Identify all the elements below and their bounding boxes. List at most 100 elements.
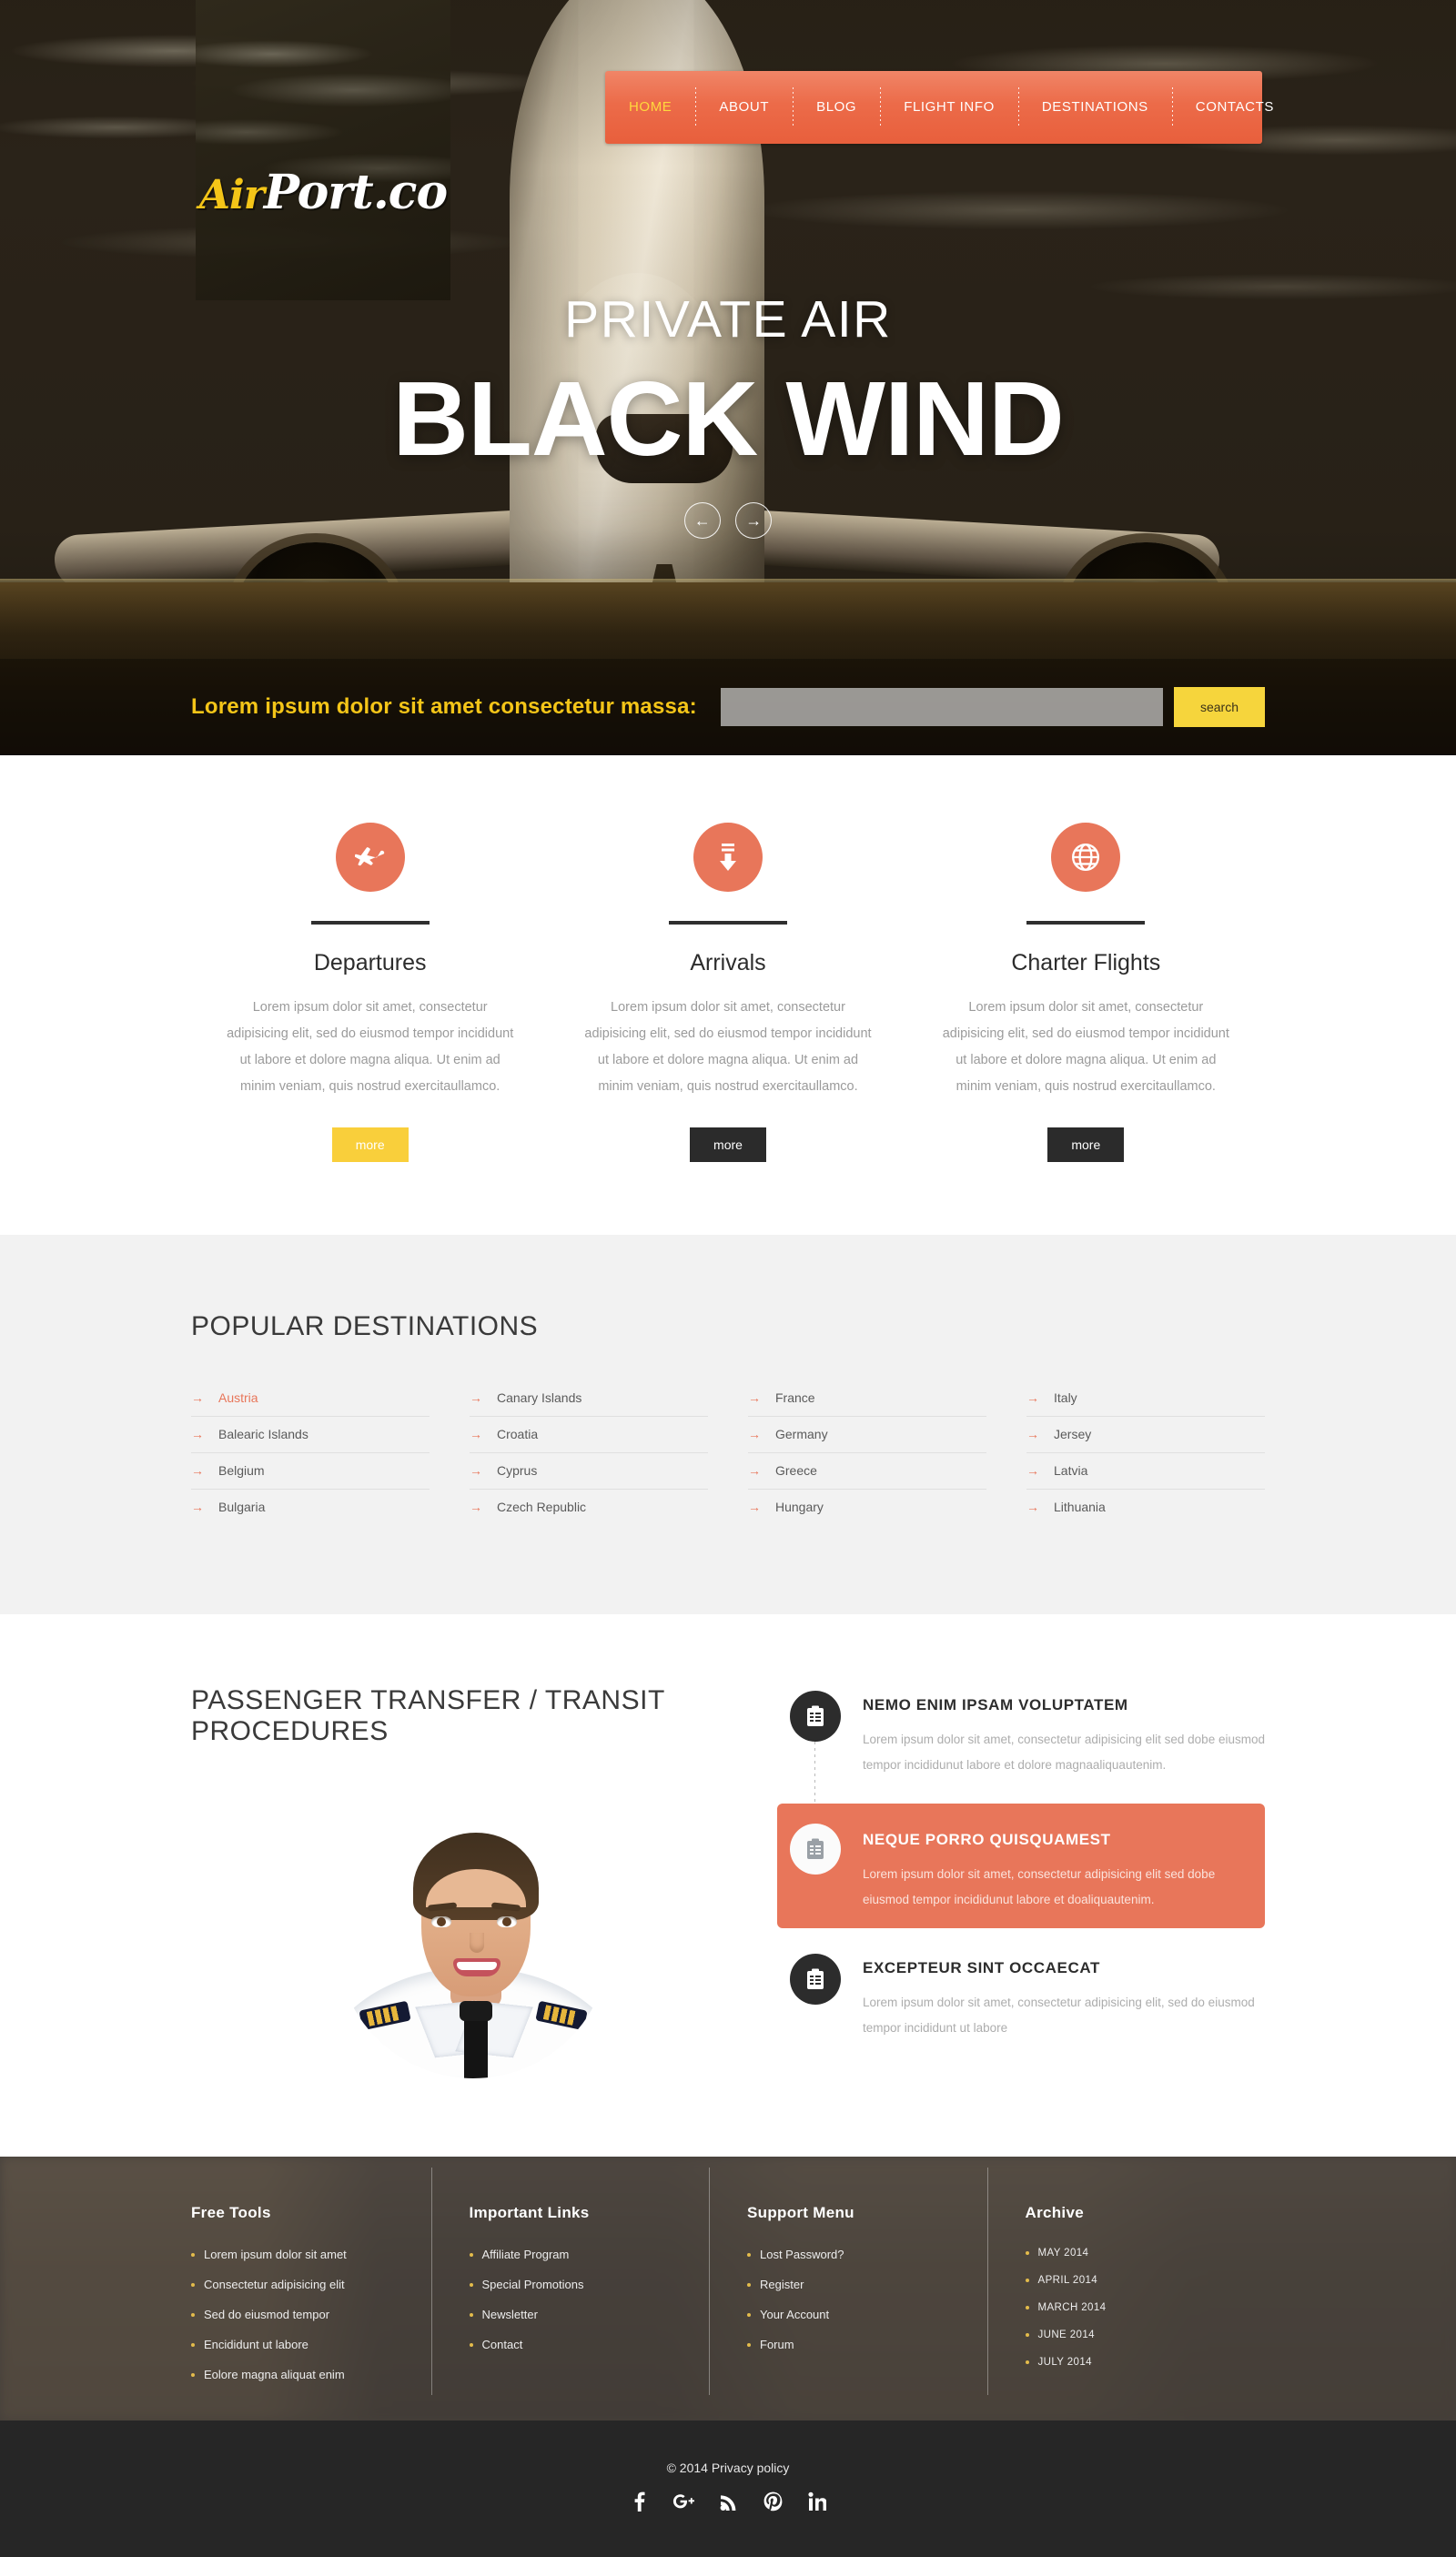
transfer-step-active[interactable]: NEQUE PORRO QUISQUAMEST Lorem ipsum dolo…	[777, 1804, 1265, 1928]
arrow-left-icon[interactable]: ←	[683, 502, 721, 539]
page-root: AirPort.co HOME ABOUT BLOG FLIGHT INFO D…	[0, 0, 1456, 2557]
bullet-icon	[191, 2372, 195, 2377]
destination-item[interactable]: → Greece	[748, 1453, 986, 1490]
footer-link[interactable]: Your Account	[747, 2308, 978, 2321]
footer-link[interactable]: Contact	[469, 2338, 701, 2351]
search-bar: Lorem ipsum dolor sit amet consectetur m…	[0, 659, 1456, 755]
footer-link-label: Lost Password?	[760, 2248, 844, 2261]
footer-column-free-tools: Free Tools Lorem ipsum dolor sit amet Co…	[191, 2204, 431, 2398]
footer-link[interactable]: Affiliate Program	[469, 2248, 701, 2261]
footer-link[interactable]: MARCH 2014	[1025, 2302, 1257, 2313]
destination-item[interactable]: → Hungary	[748, 1490, 986, 1525]
footer-column-title: Free Tools	[191, 2204, 271, 2221]
nav-item-blog[interactable]: BLOG	[793, 71, 880, 144]
footer-link[interactable]: Sed do eiusmod tempor	[191, 2308, 422, 2321]
footer-link[interactable]: Encididunt ut labore	[191, 2338, 422, 2351]
destination-label: Czech Republic	[497, 1500, 587, 1514]
footer-link[interactable]: Register	[747, 2278, 978, 2291]
footer-link-label: Consectetur adipisicing elit	[204, 2278, 345, 2291]
service-more-button[interactable]: more	[690, 1127, 766, 1162]
pilot-necktie	[460, 2001, 492, 2078]
footer-link[interactable]: JULY 2014	[1025, 2357, 1257, 2368]
service-card-arrivals: Arrivals Lorem ipsum dolor sit amet, con…	[549, 823, 906, 1162]
destination-item[interactable]: → Croatia	[470, 1417, 708, 1453]
search-input[interactable]	[720, 688, 1163, 726]
arrow-right-small-icon: →	[470, 1500, 482, 1514]
footer-column-title: Archive	[1025, 2204, 1084, 2221]
destination-item[interactable]: → Belgium	[191, 1453, 430, 1490]
pinterest-icon[interactable]	[763, 2491, 783, 2512]
destinations-column-1: → Austria → Balearic Islands → Belgium →…	[191, 1380, 430, 1525]
transfer-step[interactable]: NEMO ENIM IPSAM VOLUPTATEM Lorem ipsum d…	[777, 1685, 1265, 1804]
rss-icon[interactable]	[720, 2491, 738, 2512]
destination-item[interactable]: → Latvia	[1026, 1453, 1265, 1490]
footer-link-label: JULY 2014	[1037, 2357, 1092, 2368]
arrow-right-small-icon: →	[470, 1463, 482, 1478]
step-description: Lorem ipsum dolor sit amet, consectetur …	[863, 1733, 1265, 1773]
hero-subtitle: PRIVATE AIR	[564, 290, 892, 349]
pilot-eye-left	[431, 1916, 451, 1927]
destination-item[interactable]: → Italy	[1026, 1380, 1265, 1417]
destination-item[interactable]: → France	[748, 1380, 986, 1417]
destination-item[interactable]: → Bulgaria	[191, 1490, 430, 1525]
nav-item-about[interactable]: ABOUT	[695, 71, 793, 144]
destination-label: Balearic Islands	[218, 1427, 308, 1441]
footer-column-archive: Archive MAY 2014 APRIL 2014 MARCH 2014 J…	[986, 2168, 1266, 2398]
site-logo[interactable]: AirPort.co	[196, 0, 450, 300]
destinations-column-4: → Italy → Jersey → Latvia → Lithuania	[1026, 1380, 1265, 1525]
transfer-step[interactable]: EXCEPTEUR SINT OCCAECAT Lorem ipsum dolo…	[777, 1948, 1265, 2047]
footer-link[interactable]: Forum	[747, 2338, 978, 2351]
footer-link[interactable]: Consectetur adipisicing elit	[191, 2278, 422, 2291]
step-title: NEMO ENIM IPSAM VOLUPTATEM	[863, 1696, 1128, 1713]
bullet-icon	[747, 2312, 751, 2317]
service-more-button[interactable]: more	[331, 1127, 409, 1162]
footer-link[interactable]: APRIL 2014	[1025, 2275, 1257, 2286]
destination-item[interactable]: → Jersey	[1026, 1417, 1265, 1453]
destination-label: Belgium	[218, 1463, 265, 1478]
footer-link-label: Special Promotions	[481, 2278, 584, 2291]
footer-section: Free Tools Lorem ipsum dolor sit amet Co…	[0, 2157, 1456, 2421]
arrow-right-small-icon: →	[470, 1390, 482, 1405]
bullet-icon	[469, 2312, 473, 2317]
nav-item-destinations[interactable]: DESTINATIONS	[1017, 71, 1172, 144]
footer-link[interactable]: MAY 2014	[1025, 2248, 1257, 2259]
arrow-right-small-icon: →	[1026, 1427, 1039, 1441]
step-description: Lorem ipsum dolor sit amet, consectetur …	[863, 1995, 1255, 2036]
service-description: Lorem ipsum dolor sit amet, consectetur …	[584, 1000, 872, 1094]
services-section: Departures Lorem ipsum dolor sit amet, c…	[0, 755, 1456, 1235]
footer-column-title: Support Menu	[747, 2204, 854, 2221]
arrow-right-icon[interactable]: →	[735, 502, 773, 539]
destination-item[interactable]: → Cyprus	[470, 1453, 708, 1490]
footer-link[interactable]: Eolore magna aliquat enim	[191, 2368, 422, 2381]
facebook-icon[interactable]	[631, 2491, 647, 2512]
footer-link[interactable]: JUNE 2014	[1025, 2330, 1257, 2340]
destination-item[interactable]: → Canary Islands	[470, 1380, 708, 1417]
nav-item-contacts[interactable]: CONTACTS	[1171, 71, 1298, 144]
step-connector-line	[814, 1742, 815, 1804]
nav-item-home[interactable]: HOME	[605, 71, 695, 144]
nav-item-flight-info[interactable]: FLIGHT INFO	[880, 71, 1018, 144]
bullet-icon	[1025, 2360, 1029, 2364]
destination-item[interactable]: → Austria	[191, 1380, 430, 1417]
destination-item[interactable]: → Germany	[748, 1417, 986, 1453]
destination-item[interactable]: → Czech Republic	[470, 1490, 708, 1525]
bullet-icon	[1025, 2251, 1029, 2255]
destination-label: Canary Islands	[497, 1390, 582, 1405]
service-more-button[interactable]: more	[1047, 1127, 1125, 1162]
footer-link[interactable]: Newsletter	[469, 2308, 701, 2321]
arrow-right-small-icon: →	[470, 1427, 482, 1441]
destination-label: Latvia	[1054, 1463, 1088, 1478]
linkedin-icon[interactable]	[807, 2491, 826, 2512]
bullet-icon	[1025, 2333, 1029, 2337]
destination-item[interactable]: → Lithuania	[1026, 1490, 1265, 1525]
google-plus-icon[interactable]	[672, 2491, 694, 2512]
footer-link[interactable]: Lost Password?	[747, 2248, 978, 2261]
destination-item[interactable]: → Balearic Islands	[191, 1417, 430, 1453]
arrow-right-small-icon: →	[1026, 1463, 1039, 1478]
footer-link[interactable]: Lorem ipsum dolor sit amet	[191, 2248, 422, 2261]
footer-link[interactable]: Special Promotions	[469, 2278, 701, 2291]
bullet-icon	[469, 2252, 473, 2257]
service-title: Charter Flights	[1011, 950, 1161, 975]
search-button[interactable]: search	[1174, 687, 1265, 727]
service-divider	[668, 921, 787, 925]
